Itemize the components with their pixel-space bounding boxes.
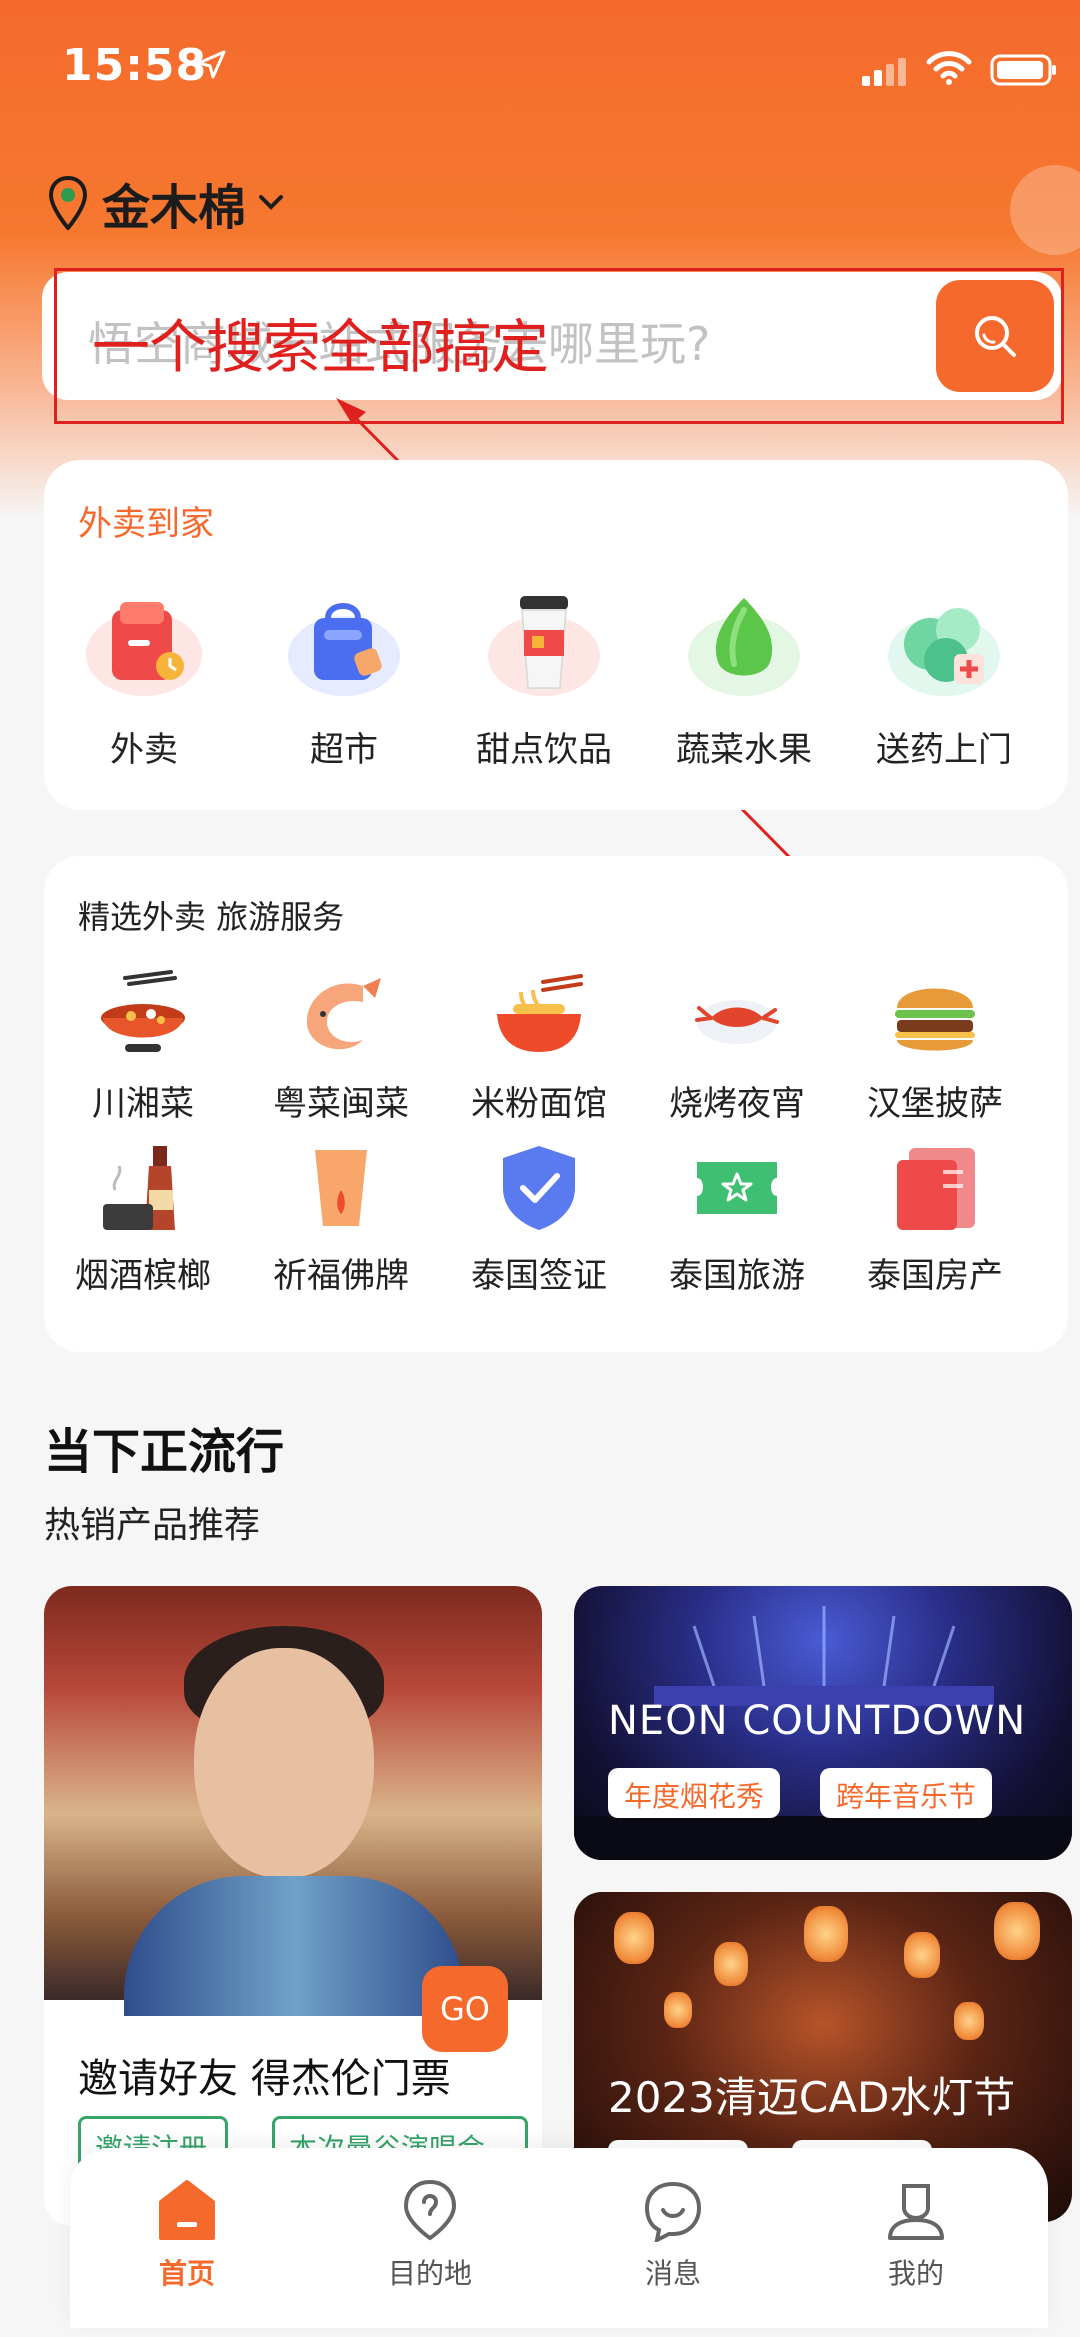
delivery-categories: 外卖 超市 甜点饮品 蔬菜水果 送药上门 (44, 580, 1068, 771)
category-label: 蔬菜水果 (676, 730, 812, 770)
promo-card-neon[interactable]: NEON COUNTDOWN 年度烟花秀 跨年音乐节 (574, 1586, 1072, 1860)
section-title: 当下正流行 (44, 1424, 285, 1480)
service-label: 烧烤夜宵 (669, 1084, 805, 1124)
location-name: 金木棉 (102, 180, 247, 236)
service-blessing-amulet[interactable]: 祈福佛牌 (242, 1138, 440, 1310)
services-card: 精选外卖 旅游服务 川湘菜 粤菜闽菜 米粉面馆 烧烤夜宵 汉堡披萨 烟酒槟榔 祈… (44, 856, 1068, 1352)
category-supermarket[interactable]: 超市 (244, 580, 444, 771)
status-time: 15:58 (62, 40, 208, 91)
service-label: 米粉面馆 (471, 1084, 607, 1124)
image-lantern (904, 1932, 940, 1978)
category-takeout[interactable]: 外卖 (44, 580, 244, 771)
promo-title: 邀请好友 得杰伦门票 (78, 2056, 451, 2102)
shield-check-icon (489, 1138, 589, 1238)
cellular-signal-icon (862, 58, 906, 86)
service-burger-pizza[interactable]: 汉堡披萨 (836, 966, 1034, 1138)
coffee-cup-icon (480, 580, 608, 708)
category-vegetables-fruit[interactable]: 蔬菜水果 (644, 580, 844, 771)
image-lantern (804, 1906, 848, 1962)
crayfish-icon (687, 966, 787, 1066)
service-noodles[interactable]: 米粉面馆 (440, 966, 638, 1138)
annotation-text: 一个搜索全部搞定 (92, 313, 549, 381)
service-bbq-nightsnack[interactable]: 烧烤夜宵 (638, 966, 836, 1138)
chevron-down-icon (259, 195, 284, 210)
service-label: 泰国旅游 (669, 1256, 805, 1296)
tab-label: 消息 (644, 2257, 701, 2290)
destination-icon (403, 2179, 457, 2241)
liquor-icon (93, 1138, 193, 1238)
profile-icon (888, 2184, 944, 2240)
tab-label: 首页 (158, 2257, 215, 2290)
hotpot-icon (93, 966, 193, 1066)
promo-card-concert[interactable]: GO 邀请好友 得杰伦门票 邀请注册 本次曼谷演唱会 (44, 1586, 542, 2226)
delivery-card: 外卖到家 外卖 超市 甜点饮品 蔬菜水果 送药上门 (44, 460, 1068, 810)
services-grid: 川湘菜 粤菜闽菜 米粉面馆 烧烤夜宵 汉堡披萨 烟酒槟榔 祈福佛牌 泰国签证 泰… (44, 966, 1068, 1310)
service-thai-visa[interactable]: 泰国签证 (440, 1138, 638, 1310)
service-label: 汉堡披萨 (867, 1084, 1003, 1124)
service-label: 祈福佛牌 (273, 1256, 409, 1296)
service-label: 泰国签证 (471, 1256, 607, 1296)
category-label: 送药上门 (876, 730, 1012, 770)
burger-icon (885, 966, 985, 1066)
status-bar: 15:58 (0, 0, 1080, 140)
delivery-title: 外卖到家 (78, 504, 214, 544)
tab-profile[interactable]: 我的 (836, 2178, 996, 2292)
tab-label: 我的 (887, 2257, 944, 2290)
service-cantonese-fujian[interactable]: 粤菜闽菜 (242, 966, 440, 1138)
bottom-tab-bar: 首页 目的地 消息 我的 (70, 2148, 1048, 2328)
image-figure-jacket (124, 1876, 464, 2016)
takeout-bag-icon (80, 580, 208, 708)
services-row: 烟酒槟榔 祈福佛牌 泰国签证 泰国旅游 泰国房产 (44, 1138, 1068, 1310)
image-lantern (954, 2002, 984, 2040)
promo-tag: 年度烟花秀 (608, 1768, 781, 1818)
service-thai-travel[interactable]: 泰国旅游 (638, 1138, 836, 1310)
go-button[interactable]: GO (422, 1966, 508, 2052)
location-selector[interactable]: 金木棉 (48, 168, 284, 238)
image-lantern (664, 1992, 692, 2028)
ticket-icon (687, 1138, 787, 1238)
message-icon (644, 2181, 702, 2242)
promo-tag: 跨年音乐节 (820, 1768, 993, 1818)
map-pin-icon (48, 176, 88, 230)
building-icon (885, 1138, 985, 1238)
services-title: 精选外卖 旅游服务 (78, 898, 345, 936)
fruit-icon (680, 580, 808, 708)
service-label: 粤菜闽菜 (273, 1084, 409, 1124)
service-sichuan-hunan[interactable]: 川湘菜 (44, 966, 242, 1138)
image-lantern (994, 1902, 1040, 1960)
service-thai-property[interactable]: 泰国房产 (836, 1138, 1034, 1310)
service-label: 泰国房产 (867, 1256, 1003, 1296)
service-label: 川湘菜 (92, 1084, 194, 1124)
image-figure-face (194, 1648, 374, 1878)
section-subtitle: 热销产品推荐 (44, 1505, 261, 1546)
medicine-icon (880, 580, 1008, 708)
shrimp-icon (291, 966, 391, 1066)
promo-image-concert (44, 1586, 542, 2016)
tab-home[interactable]: 首页 (107, 2178, 267, 2292)
tab-destination[interactable]: 目的地 (350, 2178, 510, 2292)
noodle-bowl-icon (489, 966, 589, 1066)
service-tobacco-liquor[interactable]: 烟酒槟榔 (44, 1138, 242, 1310)
location-arrow-icon (197, 50, 226, 79)
category-label: 超市 (310, 730, 378, 770)
services-row: 川湘菜 粤菜闽菜 米粉面馆 烧烤夜宵 汉堡披萨 (44, 966, 1068, 1138)
category-medicine-delivery[interactable]: 送药上门 (844, 580, 1044, 771)
promo-title: NEON COUNTDOWN (608, 1698, 1027, 1744)
service-label: 烟酒槟榔 (75, 1256, 211, 1296)
lantern-icon (291, 1138, 391, 1238)
category-label: 甜点饮品 (476, 730, 612, 770)
wifi-icon (926, 51, 972, 85)
category-label: 外卖 (110, 730, 178, 770)
home-icon (159, 2180, 215, 2240)
category-dessert-drinks[interactable]: 甜点饮品 (444, 580, 644, 771)
promo-title: 2023清迈CAD水灯节 (608, 2073, 1016, 2122)
image-lantern (614, 1912, 654, 1964)
tab-label: 目的地 (387, 2257, 472, 2290)
shopping-bag-icon (280, 580, 408, 708)
battery-icon (990, 54, 1056, 86)
tab-messages[interactable]: 消息 (593, 2178, 753, 2292)
image-lantern (714, 1942, 748, 1986)
